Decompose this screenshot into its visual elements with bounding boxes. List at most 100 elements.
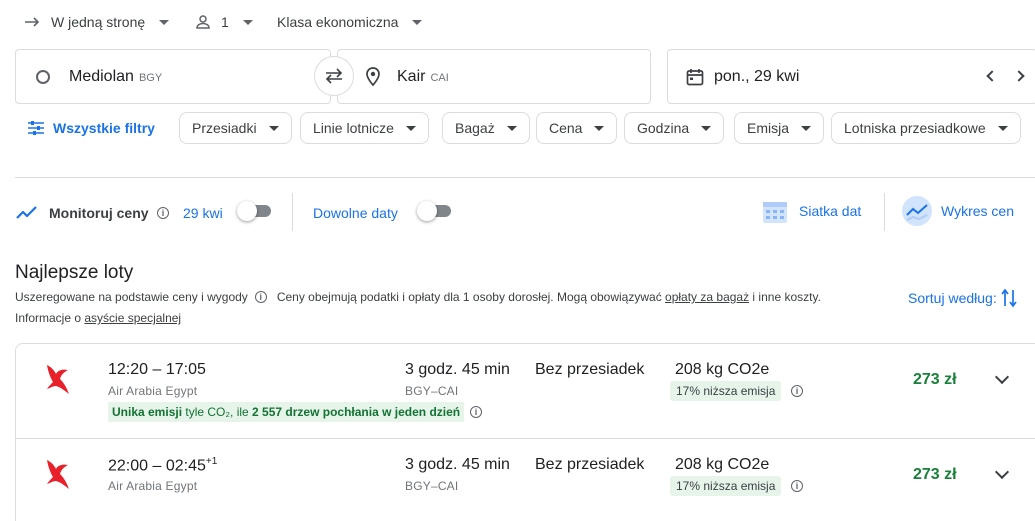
info-icon[interactable]: i <box>470 406 482 418</box>
flight-times: 22:00 – 02:45+1 <box>108 456 217 475</box>
day-offset: +1 <box>205 456 218 467</box>
previous-date-button[interactable] <box>980 66 1000 86</box>
ranking-note: Uszeregowane na podstawie ceny i wygody <box>15 290 248 304</box>
passengers-select[interactable]: 1 <box>195 10 253 34</box>
track-prices-label: Monitoruj ceny <box>49 205 149 221</box>
info-icon[interactable]: i <box>254 291 267 303</box>
flight-card[interactable]: 12:20 – 17:05 Air Arabia Egypt Unika emi… <box>15 343 1035 439</box>
track-prices-toggle[interactable] <box>237 201 273 221</box>
origin-field[interactable]: Mediolan BGY <box>15 49 331 104</box>
chevron-down-icon <box>412 19 423 25</box>
assistance-note: Informacje o asyście specjalnej <box>15 311 181 325</box>
cabin-class-select[interactable]: Klasa ekonomiczna <box>277 10 423 34</box>
chevron-left-icon <box>986 70 998 82</box>
calendar-icon <box>686 68 704 85</box>
airline-name: Air Arabia Egypt <box>108 479 198 493</box>
date-grid-icon <box>763 202 787 223</box>
departure-date: pon., 29 kwi <box>714 67 800 85</box>
eco-trees: 2 557 drzew pochłania w jeden dzień <box>252 405 461 419</box>
filter-bags-chip[interactable]: Bagaż <box>442 112 530 144</box>
flight-emissions: 208 kg CO2e <box>675 361 770 378</box>
flight-stops: Bez przesiadek <box>535 456 645 473</box>
price-note-end: i inne koszty. <box>749 290 821 304</box>
info-icon[interactable]: i <box>157 207 169 219</box>
flight-route: BGY–CAI <box>405 384 459 398</box>
flight-duration: 3 godz. 45 min <box>405 456 510 473</box>
chip-label: Linie lotnicze <box>313 120 394 136</box>
section-divider <box>15 177 1035 178</box>
flight-times-text: 22:00 – 02:45 <box>108 457 206 475</box>
sort-arrows-icon <box>1001 288 1017 308</box>
emission-badge: 17% niższa emisja <box>670 381 782 401</box>
flight-emissions: 208 kg CO2e <box>675 456 770 473</box>
trip-type-label: W jedną stronę <box>51 14 146 30</box>
flight-price: 273 zł <box>913 466 957 483</box>
price-graph-icon <box>902 196 932 226</box>
chevron-down-icon <box>159 19 170 25</box>
expand-button[interactable] <box>990 463 1014 487</box>
location-pin-icon <box>366 66 380 86</box>
any-dates-toggle[interactable] <box>417 201 453 221</box>
chevron-down-icon <box>997 125 1008 131</box>
flight-price: 273 zł <box>913 371 957 388</box>
trend-line-icon <box>16 206 37 219</box>
chevron-down-icon <box>801 125 812 131</box>
chip-label: Cena <box>549 120 583 136</box>
next-date-button[interactable] <box>1011 66 1031 86</box>
chevron-down-icon <box>594 125 605 131</box>
cabin-class-label: Klasa ekonomiczna <box>277 14 399 30</box>
flight-stops: Bez przesiadek <box>535 361 645 378</box>
results-note: Uszeregowane na podstawie ceny i wygody … <box>15 290 821 304</box>
any-dates-label: Dowolne daty <box>313 205 398 221</box>
destination-field[interactable]: Kair CAI <box>337 49 651 104</box>
date-grid-button[interactable]: Siatka dat <box>762 197 861 225</box>
flight-route: BGY–CAI <box>405 479 459 493</box>
filter-stops-chip[interactable]: Przesiadki <box>179 112 292 144</box>
passengers-count: 1 <box>221 14 229 30</box>
swap-icon <box>325 68 343 84</box>
sort-button[interactable]: Sortuj według: <box>908 288 1017 308</box>
all-filters-button[interactable]: Wszystkie filtry <box>28 118 155 138</box>
chip-label: Godzina <box>637 120 690 136</box>
expand-button[interactable] <box>990 368 1014 392</box>
filter-price-chip[interactable]: Cena <box>536 112 618 144</box>
sort-label: Sortuj według: <box>908 290 997 306</box>
flight-duration: 3 godz. 45 min <box>405 361 510 378</box>
person-icon <box>196 15 210 29</box>
airline-name: Air Arabia Egypt <box>108 384 198 398</box>
chevron-down-icon <box>994 369 1010 385</box>
tools-divider <box>884 193 885 231</box>
chevron-down-icon <box>701 125 712 131</box>
chevron-down-icon <box>506 125 517 131</box>
baggage-fees-link[interactable]: opłaty za bagaż <box>665 290 749 304</box>
filter-connecting-airports-chip[interactable]: Lotniska przesiadkowe <box>831 112 1021 144</box>
all-filters-label: Wszystkie filtry <box>53 120 155 136</box>
price-graph-label: Wykres cen <box>941 203 1015 219</box>
chip-label: Przesiadki <box>192 120 257 136</box>
eco-mid: tyle CO₂, ile <box>182 405 253 419</box>
origin-code: BGY <box>138 72 163 84</box>
swap-button[interactable] <box>314 56 354 96</box>
filter-airlines-chip[interactable]: Linie lotnicze <box>300 112 429 144</box>
filter-sliders-icon <box>28 121 44 135</box>
date-grid-label: Siatka dat <box>799 203 862 219</box>
chip-label: Lotniska przesiadkowe <box>844 120 986 136</box>
chevron-down-icon <box>268 125 279 131</box>
arrow-right-icon <box>25 17 40 27</box>
info-icon[interactable]: i <box>791 385 803 397</box>
destination-city: Kair <box>397 67 426 85</box>
price-note: Ceny obejmują podatki i opłaty dla 1 oso… <box>276 290 666 304</box>
filter-time-chip[interactable]: Godzina <box>624 112 725 144</box>
eco-strong: Unika emisji <box>112 405 183 419</box>
filter-emissions-chip[interactable]: Emisja <box>734 112 825 144</box>
flight-card[interactable]: 22:00 – 02:45+1 Air Arabia Egypt 3 godz.… <box>15 438 1035 521</box>
info-icon[interactable]: i <box>791 480 803 492</box>
flight-times: 12:20 – 17:05 <box>108 361 206 378</box>
chevron-right-icon <box>1013 70 1025 82</box>
trip-type-select[interactable]: W jedną stronę <box>25 10 170 34</box>
chip-label: Emisja <box>747 120 790 136</box>
air-arabia-logo-icon <box>47 365 69 394</box>
track-prices-date: 29 kwi <box>183 205 223 221</box>
price-graph-button[interactable]: Wykres cen <box>902 196 1014 226</box>
special-assistance-link[interactable]: asyście specjalnej <box>84 311 181 325</box>
